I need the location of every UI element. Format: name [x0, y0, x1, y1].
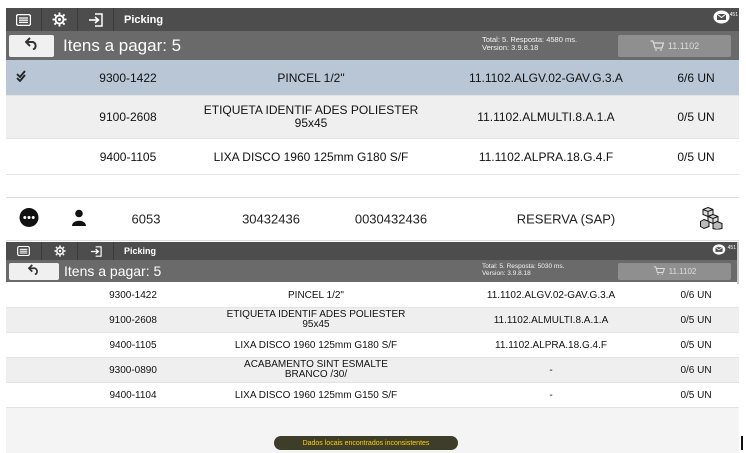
cart-label: 11.1102	[668, 267, 697, 276]
item-description: LIXA DISCO 1960 125mm G180 S/F	[234, 339, 398, 351]
item-description: PINCEL 1/2"	[277, 70, 345, 85]
item-description: ACABAMENTO SINT ESMALTE BRANCO /30/	[206, 360, 426, 380]
inconsistency-toast: Dados locais encontrados inconsistentes	[274, 436, 458, 450]
top-bar: Picking 451	[6, 242, 737, 260]
item-code: 9100-2608	[109, 314, 157, 326]
item-location: 11.1102.ALMULTI.8.A.1.A	[477, 110, 615, 124]
reservation-code: 0030432436	[354, 211, 428, 227]
item-description: ETIQUETA IDENTIF ADES POLIESTER 95x45	[201, 104, 421, 130]
item-row-selected[interactable]: 9300-1422 PINCEL 1/2" 11.1102.ALGV.02-GA…	[6, 60, 739, 96]
item-description: LIXA DISCO 1960 125mm G150 S/F	[234, 389, 398, 401]
cart-label: 11.1102	[667, 41, 700, 51]
item-quantity: 0/5 UN	[677, 110, 715, 124]
back-arrow-icon	[27, 262, 40, 280]
exit-button[interactable]	[78, 242, 114, 260]
menu-icon	[17, 246, 30, 256]
mail-icon	[713, 10, 730, 29]
item-row[interactable]: 9400-1105 LIXA DISCO 1960 125mm G180 S/F…	[6, 139, 739, 175]
double-check-icon	[16, 69, 30, 87]
mail-icon	[712, 242, 726, 260]
item-code: 9400-1104	[109, 389, 157, 401]
item-quantity: 0/6 UN	[680, 290, 712, 301]
item-quantity: 0/5 UN	[680, 339, 712, 351]
picking-screen-2: Picking 451 Itens a pagar: 5 Total: 5. R…	[6, 242, 739, 453]
item-quantity: 0/5 UN	[677, 149, 715, 164]
item-row[interactable]: 9300-0890 ACABAMENTO SINT ESMALTE BRANCO…	[6, 358, 739, 383]
messages-button[interactable]: 451	[703, 8, 739, 31]
item-quantity: 0/5 UN	[680, 389, 712, 401]
back-arrow-icon	[24, 36, 39, 55]
item-row[interactable]: 9100-2608 ETIQUETA IDENTIF ADES POLIESTE…	[6, 96, 739, 139]
item-description: PINCEL 1/2"	[288, 290, 344, 301]
back-button[interactable]	[9, 34, 54, 57]
item-code: 9300-1422	[99, 70, 157, 85]
sub-header: Itens a pagar: 5 Total: 5. Resposta: 503…	[6, 260, 737, 282]
reservation-number: 30432436	[242, 211, 300, 227]
item-quantity: 0/6 UN	[680, 364, 712, 376]
top-bar: Picking 451	[6, 8, 739, 31]
item-location: -	[549, 389, 553, 401]
version-text: Version: 3.9.8.18	[482, 270, 531, 277]
cart-icon	[653, 266, 669, 277]
item-location: 11.1102.ALGV.02-GAV.G.3.A	[469, 70, 623, 85]
menu-button[interactable]	[6, 8, 42, 31]
text-cursor	[741, 436, 743, 450]
item-description-line: 95x45	[294, 116, 328, 130]
reservation-type: RESERVA (SAP)	[516, 211, 616, 227]
item-code: 9400-1105	[109, 339, 157, 351]
screen-title: Picking	[124, 246, 157, 256]
response-info: Total: 5. Resposta: 5030 ms. Version: 3.…	[482, 263, 564, 277]
items-to-pay-title: Itens a pagar: 5	[64, 263, 162, 279]
user-icon	[68, 209, 90, 229]
exit-icon	[90, 245, 102, 257]
item-code: 9300-1422	[109, 290, 157, 301]
item-description-line: BRANCO /30/	[284, 369, 348, 380]
item-description: LIXA DISCO 1960 125mm G180 S/F	[213, 149, 409, 164]
cart-icon	[650, 39, 668, 53]
back-button[interactable]	[9, 262, 59, 280]
menu-button[interactable]	[6, 242, 42, 260]
item-row[interactable]: 9400-1104 LIXA DISCO 1960 125mm G150 S/F…	[6, 383, 739, 408]
item-location: 11.1102.ALMULTI.8.A.1.A	[493, 314, 609, 326]
item-code: 9400-1105	[99, 149, 157, 164]
cart-button[interactable]: 11.1102	[618, 263, 731, 280]
gear-icon	[52, 12, 67, 27]
item-description-line: ETIQUETA IDENTIF ADES POLIESTER	[203, 103, 419, 117]
item-location: 11.1102.ALGV.02-GAV.G.3.A	[486, 290, 616, 301]
items-to-pay-title: Itens a pagar: 5	[63, 35, 182, 55]
item-row[interactable]: 9100-2608 ETIQUETA IDENTIF ADES POLIESTE…	[6, 308, 739, 333]
item-quantity: 0/5 UN	[680, 314, 712, 326]
screen-title: Picking	[124, 13, 164, 26]
mail-count: 451	[727, 245, 736, 251]
item-row[interactable]: 9400-1105 LIXA DISCO 1960 125mm G180 S/F…	[6, 333, 739, 358]
settings-button[interactable]	[42, 242, 78, 260]
more-button[interactable]	[18, 208, 40, 231]
item-description-line: 95x45	[302, 319, 330, 330]
settings-button[interactable]	[42, 8, 78, 31]
item-location: 11.1102.ALPRA.18.G.4.F	[495, 339, 607, 351]
gear-icon	[53, 245, 66, 257]
item-code: 9300-0890	[109, 364, 157, 376]
item-location: -	[549, 364, 553, 376]
exit-button[interactable]	[78, 8, 114, 31]
picking-screen-1: Picking 451 Itens a pagar: 5 Total: 5. R…	[6, 8, 739, 176]
menu-icon	[16, 13, 31, 26]
cart-button[interactable]: 11.1102	[618, 35, 731, 57]
exit-icon	[88, 12, 103, 27]
sub-header: Itens a pagar: 5 Total: 5. Resposta: 458…	[6, 31, 739, 60]
item-quantity: 6/6 UN	[677, 70, 715, 85]
more-icon	[19, 208, 39, 231]
item-location: 11.1102.ALPRA.18.G.4.F	[478, 149, 614, 164]
boxes-icon[interactable]	[699, 206, 725, 233]
total-response-text: Total: 5. Resposta: 5030 ms.	[482, 263, 565, 270]
item-code: 9100-2608	[99, 110, 157, 124]
item-row[interactable]: 9300-1422 PINCEL 1/2" 11.1102.ALGV.02-GA…	[6, 284, 739, 308]
response-info: Total: 5. Resposta: 4580 ms. Version: 3.…	[482, 36, 577, 52]
version-text: Version: 3.9.8.18	[482, 43, 539, 52]
messages-button[interactable]: 451	[701, 242, 737, 260]
mail-count: 451	[729, 12, 738, 18]
item-description: ETIQUETA IDENTIF ADES POLIESTER 95x45	[206, 310, 426, 330]
reservation-bar[interactable]: 6053 30432436 0030432436 RESERVA (SAP)	[6, 197, 739, 241]
user-id: 6053	[131, 211, 161, 227]
